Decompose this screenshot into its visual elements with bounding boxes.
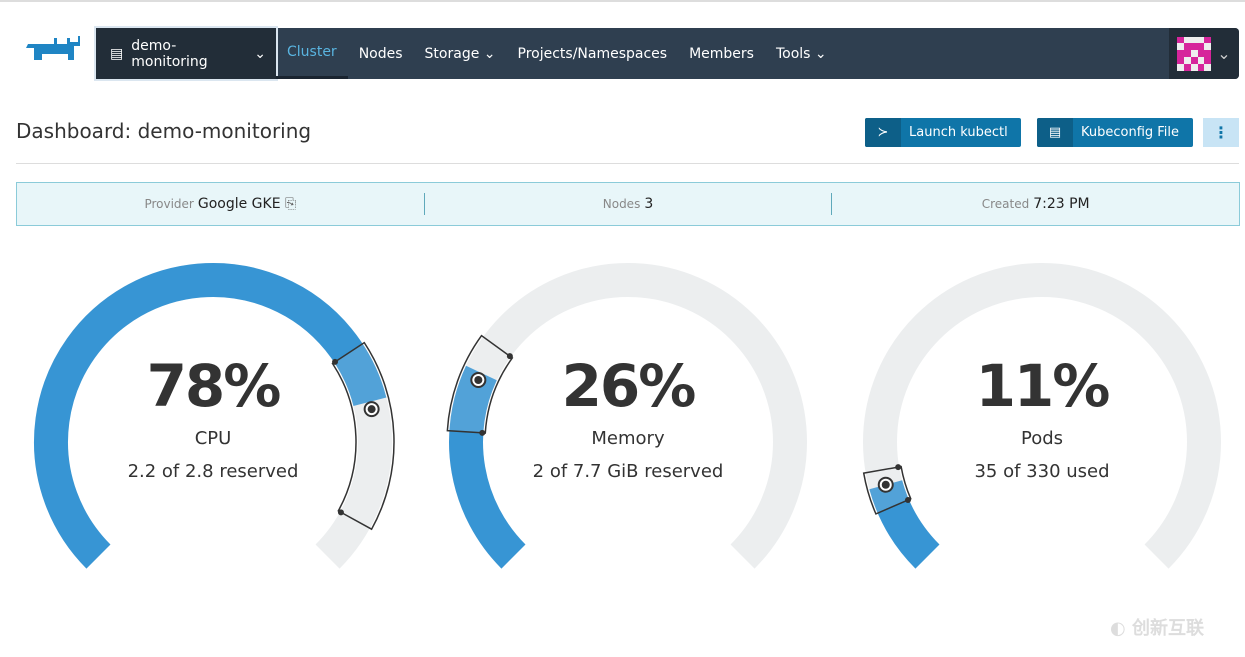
created-info: Created 7:23 PM <box>832 196 1239 212</box>
launch-kubectl-button[interactable]: ≻ Launch kubectl <box>865 118 1021 147</box>
avatar <box>1177 36 1212 71</box>
gauge-subtext: 35 of 330 used <box>974 461 1110 482</box>
top-nav: ▤ demo-monitoring ⌄ Cluster Nodes Storag… <box>94 26 1239 81</box>
watermark-logo: ◐ 创新互联 <box>1110 618 1204 639</box>
avatar-pixel <box>1197 43 1205 51</box>
avatar-pixel <box>1177 43 1185 51</box>
avatar-pixel <box>1184 56 1191 64</box>
nodes-label: Nodes <box>602 197 641 211</box>
gauge-percent: 11% <box>975 352 1111 420</box>
nav-nodes[interactable]: Nodes <box>348 28 414 79</box>
avatar-pixel <box>1190 63 1198 71</box>
nodes-info: Nodes 3 <box>425 196 832 212</box>
nav-storage-label: Storage <box>424 45 480 62</box>
provider-value: Google GKE <box>197 196 281 212</box>
gauge-label: Pods <box>1020 428 1064 449</box>
gauge-text: 11% Pods 35 of 330 used <box>892 352 1192 482</box>
avatar-pixel <box>1177 63 1185 71</box>
nav-tools-label: Tools <box>775 45 811 62</box>
cluster-info-bar: Provider Google GKE ⎘ Nodes 3 Created 7:23 … <box>16 182 1240 226</box>
provider-info: Provider Google GKE ⎘ <box>17 196 424 212</box>
divider <box>16 163 1239 164</box>
copy-icon[interactable]: ⎘ <box>285 196 296 212</box>
avatar-pixel <box>1184 50 1191 57</box>
avatar-pixel <box>1190 56 1198 64</box>
rancher-logo[interactable] <box>16 36 86 72</box>
nav-members[interactable]: Members <box>678 28 765 79</box>
kubeconfig-label: Kubeconfig File <box>1081 125 1180 140</box>
launch-kubectl-label: Launch kubectl <box>909 125 1008 140</box>
nav-cluster[interactable]: Cluster <box>276 28 348 79</box>
avatar-pixel <box>1204 36 1212 44</box>
nav-projects[interactable]: Projects/Namespaces <box>507 28 679 79</box>
avatar-pixel <box>1197 36 1205 44</box>
avatar-pixel <box>1204 56 1212 64</box>
gauge-label: CPU <box>194 428 232 449</box>
cluster-name: demo-monitoring <box>131 37 208 70</box>
chevron-down-icon: ⌄ <box>479 45 496 62</box>
avatar-pixel <box>1197 63 1205 71</box>
value-marker-dot <box>367 405 376 414</box>
avatar-pixel <box>1204 63 1212 71</box>
avatar-pixel <box>1190 36 1198 44</box>
avatar-pixel <box>1197 50 1205 57</box>
avatar-pixel <box>1184 43 1191 51</box>
user-menu[interactable]: ⌄ <box>1169 28 1239 79</box>
nav-storage[interactable]: Storage ⌄ <box>414 28 507 79</box>
page-title: Dashboard: demo-monitoring <box>16 119 312 143</box>
gauge-label: Memory <box>591 428 665 449</box>
avatar-pixel <box>1190 43 1198 51</box>
gauge-text: 78% CPU 2.2 of 2.8 reserved <box>63 352 363 482</box>
gauge-subtext: 2.2 of 2.8 reserved <box>127 461 299 482</box>
gauge-text: 26% Memory 2 of 7.7 GiB reserved <box>478 352 778 482</box>
avatar-pixel <box>1177 50 1185 57</box>
provider-label: Provider <box>144 197 194 211</box>
gauge-subtext: 2 of 7.7 GiB reserved <box>532 461 724 482</box>
chevron-down-icon: ⌄ <box>254 45 266 62</box>
avatar-pixel <box>1204 50 1212 57</box>
gauge-percent: 26% <box>561 352 697 420</box>
gauge-percent: 78% <box>146 352 282 420</box>
cluster-selector[interactable]: ▤ demo-monitoring ⌄ <box>94 26 278 81</box>
avatar-pixel <box>1177 56 1185 64</box>
value-marker-dot <box>881 480 890 489</box>
terminal-icon: ≻ <box>865 118 901 147</box>
kubeconfig-button[interactable]: ▤ Kubeconfig File <box>1037 118 1193 147</box>
range-tick <box>905 496 912 503</box>
server-icon: ▤ <box>110 45 124 62</box>
avatar-pixel <box>1177 36 1185 44</box>
nodes-value: 3 <box>644 196 654 212</box>
created-value: 7:23 PM <box>1033 196 1090 212</box>
avatar-pixel <box>1190 50 1198 57</box>
range-tick <box>337 509 344 516</box>
file-icon: ▤ <box>1037 118 1073 147</box>
more-actions-button[interactable]: ⋮ <box>1203 118 1239 147</box>
nav-tools[interactable]: Tools ⌄ <box>765 28 838 79</box>
avatar-pixel <box>1184 63 1191 71</box>
avatar-pixel <box>1204 43 1212 51</box>
avatar-pixel <box>1197 56 1205 64</box>
avatar-pixel <box>1184 36 1191 44</box>
chevron-down-icon: ⌄ <box>1217 44 1231 63</box>
created-label: Created <box>981 197 1030 211</box>
chevron-down-icon: ⌄ <box>810 45 827 62</box>
